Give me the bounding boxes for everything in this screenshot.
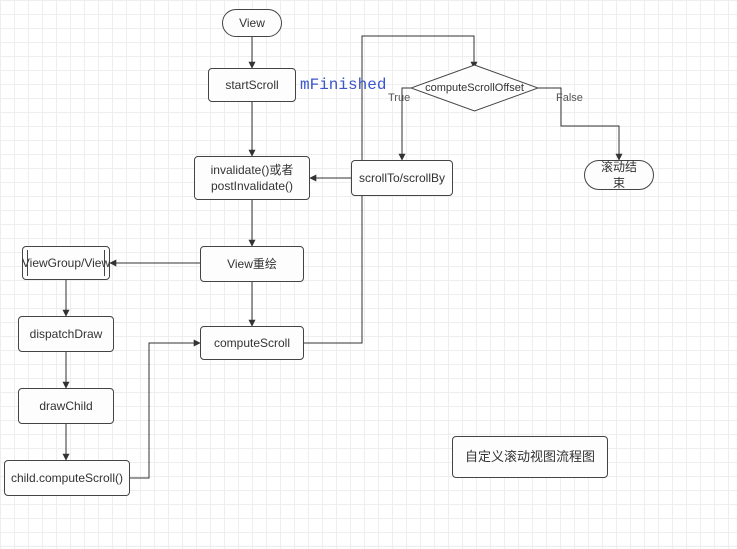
caption-box: 自定义滚动视图流程图 (452, 436, 608, 478)
decision-label: computeScrollOffset (410, 64, 539, 112)
process-compute-scroll: computeScroll (200, 326, 304, 360)
label-false: False (556, 92, 583, 104)
process-dispatch-draw: dispatchDraw (18, 316, 114, 352)
process-view-redraw: View重绘 (200, 246, 304, 282)
label-true: True (388, 92, 410, 104)
process-invalidate: invalidate()或者 postInvalidate() (194, 156, 310, 200)
process-scroll-to: scrollTo/scrollBy (351, 160, 453, 196)
process-start-scroll: startScroll (208, 68, 296, 102)
subroutine-viewgroup: ViewGroup/View (22, 246, 110, 280)
process-draw-child: drawChild (18, 388, 114, 424)
process-child-compute-scroll: child.computeScroll() (4, 460, 130, 496)
annotation-mfinished: mFinished (300, 76, 386, 94)
terminator-scroll-end: 滚动结束 (584, 160, 654, 190)
terminator-view: View (222, 9, 282, 37)
decision-compute-scroll-offset: computeScrollOffset (410, 64, 539, 112)
